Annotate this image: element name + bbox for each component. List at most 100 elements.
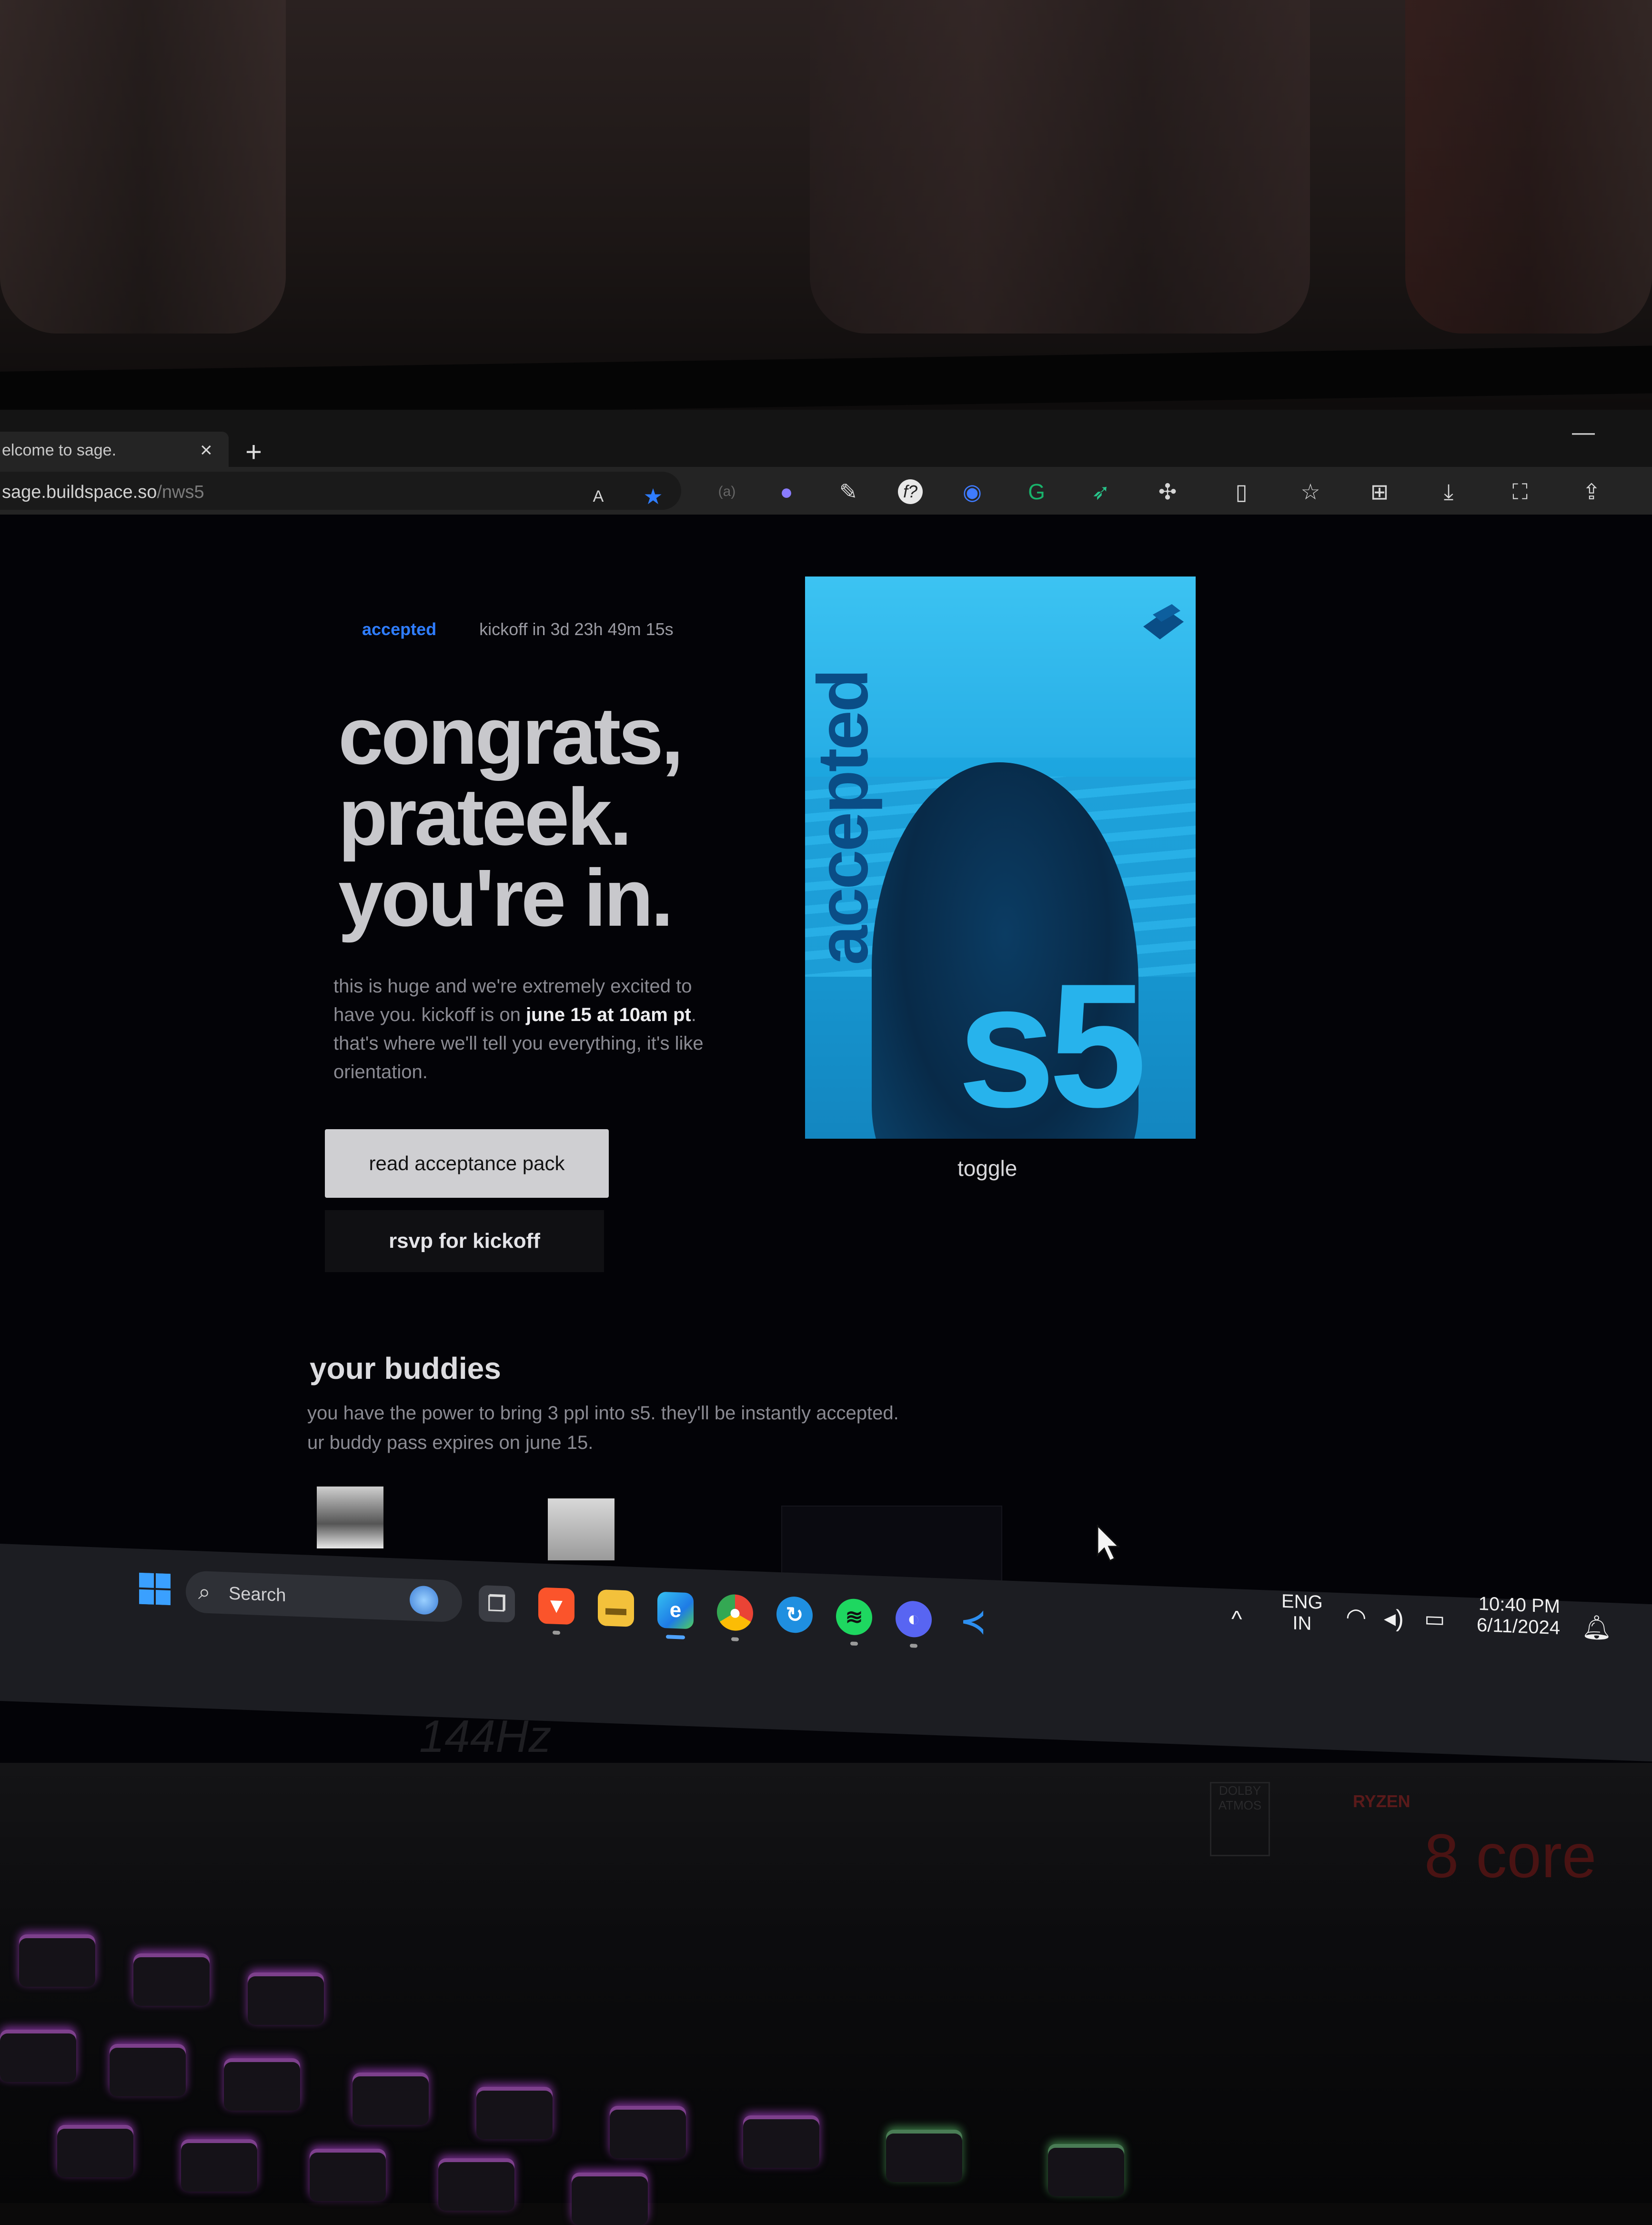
taskbar-search[interactable]: ⌕ Search (186, 1570, 462, 1623)
share-icon[interactable]: ⇪ (1579, 479, 1604, 504)
keyboard-key[interactable] (248, 1972, 324, 2025)
language-indicator[interactable]: ENG IN (1281, 1591, 1323, 1635)
download-icon[interactable]: ⤓ (1436, 479, 1461, 504)
web-page: accepted kickoff in 3d 23h 49m 15s congr… (0, 515, 1652, 1658)
brave-icon[interactable]: ▼ (538, 1587, 574, 1635)
refresh-rate-label: 144Hz (419, 1711, 552, 1762)
window-minimize-button[interactable]: — (1572, 419, 1595, 445)
buildspace-logo-icon (1143, 604, 1184, 639)
rsvp-kickoff-button[interactable]: rsvp for kickoff (325, 1210, 604, 1272)
mouse-cursor-icon (1097, 1525, 1120, 1562)
formula-icon[interactable]: f? (898, 479, 923, 504)
buddy-slot-empty[interactable] (781, 1506, 1002, 1584)
keyboard-key[interactable] (110, 2044, 186, 2096)
keyboard-key[interactable] (133, 1953, 210, 2006)
eyedropper-icon[interactable]: ✎ (836, 479, 861, 504)
tray-chevron-icon[interactable]: ^ (1231, 1606, 1242, 1633)
dolby-sticker: DOLBY ATMOS (1210, 1782, 1270, 1856)
copilot-icon[interactable] (410, 1585, 438, 1615)
battery-icon[interactable]: ▭ (1424, 1606, 1445, 1632)
keyboard-key[interactable] (476, 2087, 553, 2139)
tab-title: elcome to sage. (2, 441, 117, 459)
new-tab-button[interactable]: + (245, 435, 262, 468)
url-path: /nws5 (157, 482, 204, 502)
search-icon: ⌕ (198, 1579, 211, 1605)
keyboard-key[interactable] (572, 2173, 648, 2225)
keyboard-key[interactable] (224, 2058, 300, 2111)
bitwarden-icon[interactable]: ◉ (960, 479, 985, 504)
clock-date: 6/11/2024 (1477, 1614, 1560, 1639)
buddies-description: you have the power to bring 3 ppl into s… (307, 1398, 1022, 1457)
headline-line-1: congrats, (338, 691, 684, 781)
browser-toolbar: sage.buildspace.so/nws5 A ★ (a) ● ✎ f? ◉… (0, 467, 1652, 515)
keyboard-key[interactable] (886, 2130, 962, 2182)
curtain-left (0, 0, 286, 334)
buddies-desc-line-2: ur buddy pass expires on june 15. (307, 1432, 594, 1453)
spotify-icon[interactable]: ≋ (836, 1598, 872, 1646)
screenshot-icon[interactable]: ⛶ (1508, 479, 1532, 504)
notification-bell-icon[interactable]: 🔔︎ (1581, 1613, 1612, 1642)
read-acceptance-pack-button[interactable]: read acceptance pack (325, 1129, 609, 1198)
keyboard-key[interactable] (181, 2139, 257, 2192)
poster-toggle[interactable]: toggle (957, 1155, 1017, 1181)
extension-icon[interactable]: (a) (715, 479, 739, 504)
curtain-right (1405, 0, 1652, 334)
windows-start-icon[interactable] (139, 1572, 171, 1606)
buddies-title: your buddies (310, 1351, 501, 1386)
room-background (0, 0, 1652, 410)
arc-icon[interactable]: ● (774, 479, 799, 504)
split-screen-icon[interactable]: ▯ (1229, 479, 1254, 504)
keyboard-key[interactable] (57, 2125, 133, 2177)
language-line-2: IN (1292, 1612, 1312, 1634)
chrome-icon[interactable]: ● (717, 1594, 753, 1641)
browser-tab-active[interactable]: elcome to sage. × (0, 432, 229, 467)
browser-tab-bar: elcome to sage. × + — (0, 410, 1652, 468)
core-count-sticker: 8 core (1424, 1821, 1597, 1891)
bird-extension-icon[interactable]: ➶ (1088, 479, 1113, 504)
file-explorer-icon[interactable]: ▬ (598, 1589, 634, 1627)
kickoff-countdown: kickoff in 3d 23h 49m 15s (479, 619, 674, 639)
intro-paragraph: this is huge and we're extremely excited… (333, 972, 715, 1086)
monitor-screen: elcome to sage. × + — sage.buildspace.so… (0, 410, 1652, 1763)
headline-line-3: you're in. (338, 853, 674, 943)
favorites-icon[interactable]: ☆ (1298, 479, 1323, 504)
keyboard-key[interactable] (743, 2115, 819, 2168)
app-indicator (553, 1630, 560, 1635)
grammarly-icon[interactable]: G (1024, 479, 1049, 504)
keyboard-key[interactable] (353, 2073, 429, 2125)
app-indicator-active (666, 1635, 685, 1639)
search-placeholder: Search (229, 1583, 286, 1606)
favorite-star-icon[interactable]: ★ (641, 484, 665, 509)
keyboard-key[interactable] (1048, 2144, 1124, 2196)
tab-close-icon[interactable]: × (200, 438, 212, 462)
keyboard-key[interactable] (610, 2106, 686, 2158)
volume-icon[interactable]: ◂) (1384, 1604, 1404, 1633)
kickoff-date: june 15 at 10am pt (525, 1004, 691, 1025)
status-badge: accepted (362, 619, 437, 639)
acceptance-poster[interactable]: accepted s5 (805, 576, 1196, 1139)
ryzen-sticker: RYZEN (1353, 1791, 1410, 1811)
collections-icon[interactable]: ⊞ (1367, 479, 1392, 504)
edge-icon[interactable]: e (657, 1591, 694, 1639)
read-aloud-icon[interactable]: A (586, 484, 611, 509)
curtain-middle (810, 0, 1310, 334)
extensions-puzzle-icon[interactable]: ✣ (1155, 479, 1180, 504)
keyboard-key[interactable] (0, 2030, 76, 2082)
wifi-icon[interactable]: ◠ (1346, 1603, 1367, 1631)
vscode-icon[interactable]: ≺ (955, 1603, 991, 1640)
buddy-avatar-2[interactable] (548, 1498, 614, 1560)
discord-icon[interactable]: ◐ (896, 1600, 932, 1648)
buddy-avatar-1[interactable] (317, 1487, 383, 1548)
sync-app-icon[interactable]: ↻ (776, 1596, 813, 1634)
poster-vertical-text: accepted (805, 670, 883, 965)
address-bar[interactable]: sage.buildspace.so/nws5 A ★ (0, 472, 681, 510)
keyboard-key[interactable] (310, 2149, 386, 2201)
keyboard-key[interactable] (19, 1934, 95, 1987)
language-line-1: ENG (1281, 1590, 1323, 1613)
dolby-text: DOLBY ATMOS (1218, 1783, 1262, 1812)
app-indicator (910, 1644, 917, 1648)
clock[interactable]: 10:40 PM 6/11/2024 (1477, 1593, 1560, 1639)
url-text: sage.buildspace.so/nws5 (2, 482, 204, 503)
task-view-icon[interactable]: ❐ (479, 1585, 515, 1623)
buddies-desc-line-1: you have the power to bring 3 ppl into s… (307, 1403, 899, 1424)
